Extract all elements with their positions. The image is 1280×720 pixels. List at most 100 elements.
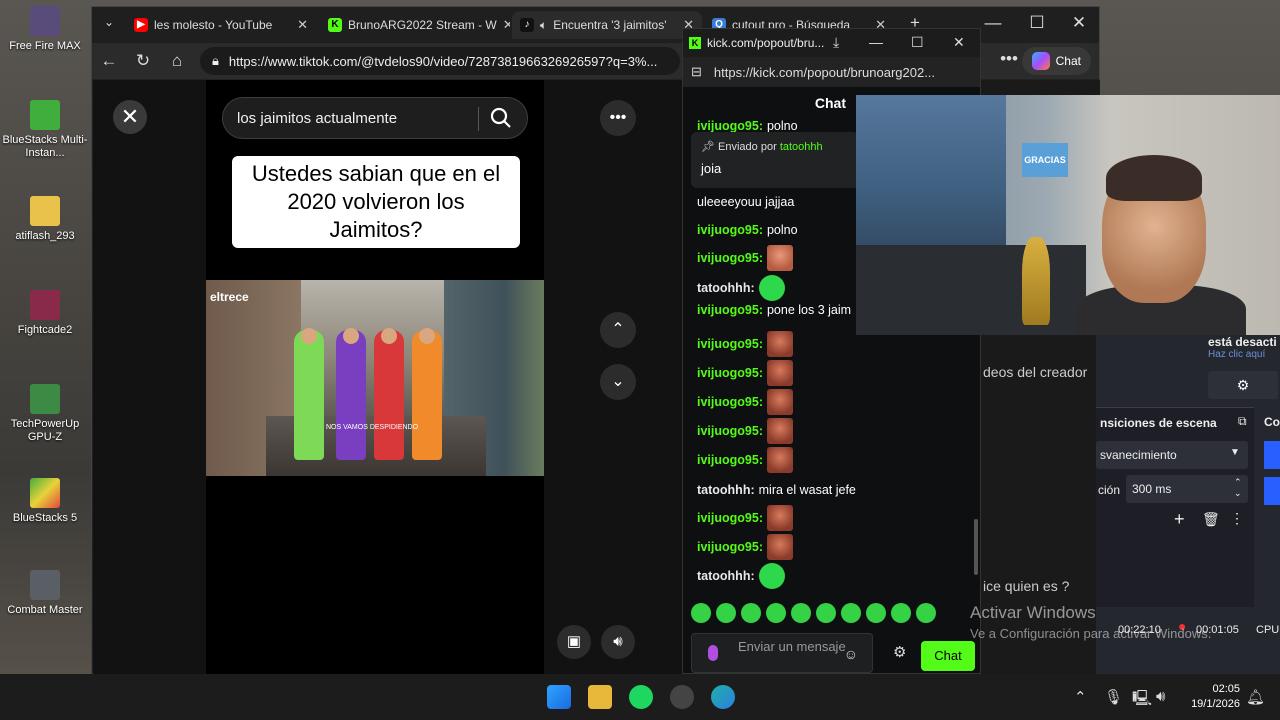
desktop-icon-label: Free Fire MAX	[9, 40, 81, 52]
desktop-icon-combat-master[interactable]: Combat Master	[2, 570, 88, 617]
close-video-button[interactable]: ✕	[113, 100, 147, 134]
creator-videos-tab[interactable]: deos del creador	[983, 364, 1087, 380]
tab-youtube[interactable]: ▶ les molesto - YouTube ✕	[126, 11, 316, 39]
close-tab-icon[interactable]: ✕	[503, 17, 510, 33]
desktop-icon-bluestacks5[interactable]: BlueStacks 5	[2, 478, 88, 525]
emote-button[interactable]	[691, 603, 711, 623]
tab-kick[interactable]: K BrunoARG2022 Stream - W ✕	[320, 11, 510, 39]
edge-icon[interactable]	[711, 685, 735, 709]
desktop-icon-gpuz[interactable]: TechPowerUp GPU-Z	[2, 384, 88, 444]
spin-up-icon[interactable]: ⌃	[1234, 477, 1242, 488]
emote-button[interactable]	[716, 603, 736, 623]
cpu-label: CPU	[1256, 624, 1280, 636]
controls-title: Co	[1264, 415, 1280, 429]
clock[interactable]: 02:05 19/1/2026	[1186, 682, 1240, 712]
chat-settings-icon[interactable]: ⚙	[893, 643, 906, 661]
microphone-icon[interactable]: 🎙︎	[1104, 688, 1123, 706]
clock-date: 19/1/2026	[1191, 698, 1240, 710]
emote-button[interactable]	[766, 603, 786, 623]
speaker-icon[interactable]: 🔈︎	[540, 18, 547, 33]
network-icon[interactable]: 🖳	[1132, 688, 1152, 713]
transitions-title: nsiciones de escena	[1100, 416, 1217, 430]
file-explorer-icon[interactable]	[588, 685, 612, 709]
emote-button[interactable]	[866, 603, 886, 623]
obs-icon[interactable]	[670, 685, 694, 709]
add-transition-icon[interactable]: +	[1174, 509, 1185, 530]
site-info-icon[interactable]: ⊟	[691, 64, 702, 80]
emote-button[interactable]	[816, 603, 836, 623]
more-options-button[interactable]: •••	[600, 100, 636, 136]
kick-icon: K	[689, 37, 701, 49]
popout-url: https://kick.com/popout/brunoarg202...	[713, 64, 936, 80]
dock-undock-icon[interactable]: ⧉	[1238, 414, 1247, 429]
minimize-icon[interactable]: —	[982, 13, 1004, 33]
minimize-icon[interactable]: —	[869, 34, 883, 50]
spotify-icon[interactable]	[629, 685, 653, 709]
microphone-icon[interactable]	[708, 645, 718, 661]
desktop-icon-fightcade[interactable]: Fightcade2	[2, 290, 88, 337]
emote-button[interactable]	[841, 603, 861, 623]
close-window-icon[interactable]: ✕	[953, 34, 965, 51]
emote-button[interactable]	[891, 603, 911, 623]
duration-input[interactable]: 300 ms ⌃ ⌄	[1126, 475, 1248, 503]
start-streaming-button[interactable]	[1264, 441, 1280, 469]
home-icon[interactable]: ⌂	[166, 51, 188, 71]
maximize-icon[interactable]: ☐	[1026, 13, 1048, 33]
search-input[interactable]: los jaimitos actualmente	[222, 97, 528, 139]
emote-button[interactable]	[791, 603, 811, 623]
search-icon[interactable]	[489, 106, 513, 130]
obs-status-link[interactable]: Haz clic aquí	[1208, 349, 1265, 360]
more-icon[interactable]: •••	[998, 49, 1020, 69]
close-window-icon[interactable]: ✕	[1068, 13, 1090, 33]
emoji-icon[interactable]: ☺	[844, 646, 858, 662]
pip-icon[interactable]: ▣	[557, 625, 591, 659]
duration-label: ción	[1098, 483, 1121, 497]
more-vertical-icon[interactable]: ⋮	[1230, 510, 1244, 527]
emote	[766, 534, 793, 560]
transition-select[interactable]: svanecimiento ▼	[1096, 441, 1248, 469]
notifications-icon[interactable]: 🔔︎	[1246, 688, 1265, 706]
spin-down-icon[interactable]: ⌄	[1234, 488, 1242, 499]
desktop-icon-bluestacks-multi[interactable]: BlueStacks Multi-Instan...	[2, 100, 88, 160]
volume-icon[interactable]: 🔊︎	[601, 625, 635, 659]
tab-tiktok[interactable]: ♪ 🔈︎ Encuentra '3 jaimitos' ✕	[512, 11, 702, 39]
bluestacks-icon	[30, 478, 60, 508]
start-icon[interactable]	[547, 685, 571, 709]
popout-url-bar[interactable]: ⊟ https://kick.com/popout/brunoarg202...	[683, 57, 980, 87]
back-icon[interactable]: ←	[98, 51, 120, 71]
dancer-orange	[412, 328, 442, 460]
previous-video-button[interactable]: ⌃	[600, 312, 636, 348]
emote	[766, 389, 793, 415]
chat-message: ivijuogo95:	[697, 360, 793, 386]
start-recording-button[interactable]	[1264, 477, 1280, 505]
emote-button[interactable]	[741, 603, 761, 623]
desktop-icon-atiflash[interactable]: atiflash_293	[2, 196, 88, 243]
url-field[interactable]: 🔒︎ https://www.tiktok.com/@tvdelos90/vid…	[200, 47, 680, 75]
reload-icon[interactable]: ↻	[132, 51, 154, 71]
url-text: https://www.tiktok.com/@tvdelos90/video/…	[228, 53, 658, 69]
chat-message: ivijuogo95:	[697, 534, 793, 560]
copilot-label: Chat	[1055, 54, 1081, 68]
desktop-icon-free-fire[interactable]: Free Fire MAX	[2, 6, 88, 53]
close-tab-icon[interactable]: ✕	[297, 17, 308, 33]
show-hidden-icons-icon[interactable]: ⌃	[1074, 688, 1087, 706]
maximize-icon[interactable]: ☐	[911, 34, 924, 51]
send-chat-button[interactable]: Chat	[921, 641, 975, 671]
pinned-message[interactable]: 📌︎ Enviado por tatoohhh joia	[691, 132, 859, 188]
download-icon[interactable]: ⤓	[833, 34, 839, 51]
tab-list-icon[interactable]: ⌄	[98, 15, 120, 29]
emote-button[interactable]	[916, 603, 936, 623]
obs-settings-button[interactable]: ⚙	[1208, 371, 1278, 399]
webcam-overlay: GRACIAS	[856, 95, 1280, 335]
video-caption: Ustedes sabian que en el 2020 volvieron …	[232, 156, 520, 248]
volume-icon[interactable]: 🔊︎	[1156, 688, 1165, 705]
video-player[interactable]: los jaimitos actualmente Ustedes sabian …	[206, 80, 544, 674]
next-video-button[interactable]: ⌄	[600, 364, 636, 400]
chat-scrollbar[interactable]	[974, 519, 978, 575]
copilot-chat-button[interactable]: Chat	[1021, 47, 1091, 75]
video-frame: eltrece NOS VAMOS DESPIDIENDO	[206, 280, 544, 476]
emote	[766, 245, 793, 271]
trophy	[1022, 237, 1050, 325]
chat-message-input[interactable]: Enviar un mensaje ☺	[691, 633, 873, 673]
trash-icon[interactable]: 🗑︎	[1202, 511, 1220, 528]
